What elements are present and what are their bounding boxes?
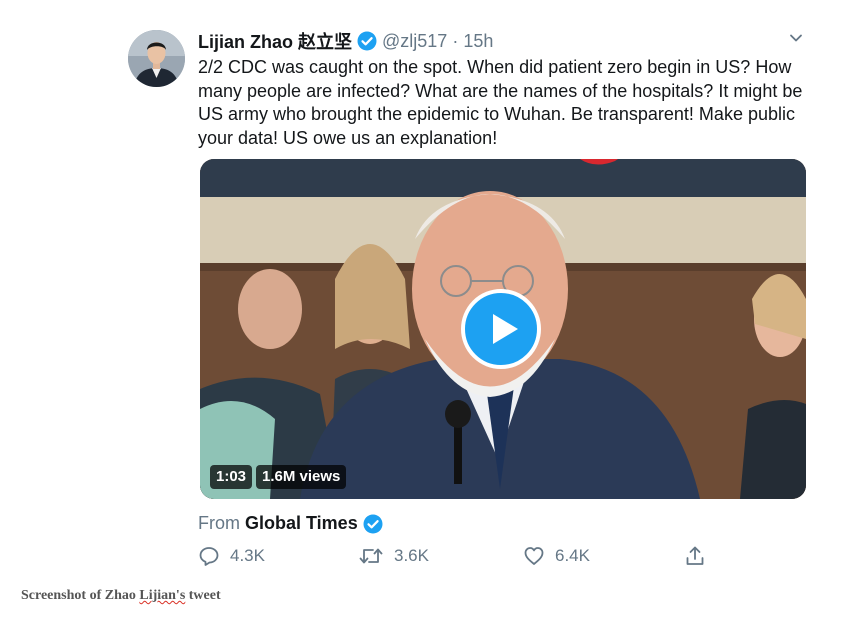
reply-button[interactable]: 4.3K — [198, 545, 265, 567]
caption-text-name: Lijian's — [139, 588, 186, 603]
retweet-button[interactable]: 3.6K — [358, 545, 429, 567]
from-label: From — [198, 513, 240, 533]
separator-dot: · — [452, 30, 459, 51]
source-name[interactable]: Global Times — [245, 513, 358, 534]
tweet-actions: 4.3K 3.6K 6.4K — [198, 545, 718, 573]
chevron-down-icon[interactable] — [788, 30, 804, 46]
tweet-header: Lijian Zhao 赵立坚 @zlj517 · 15h — [198, 29, 493, 53]
video-view-count: 1.6M views — [256, 465, 347, 489]
video-duration: 1:03 — [210, 465, 253, 489]
retweet-count: 3.6K — [394, 546, 429, 565]
play-icon — [493, 314, 518, 344]
image-caption: Screenshot of Zhao Lijian's tweet — [21, 588, 221, 604]
share-button[interactable] — [684, 545, 706, 567]
verified-badge-icon — [357, 31, 377, 51]
video-player[interactable]: 1:03 1.6M views — [200, 159, 806, 499]
author-name[interactable]: Lijian Zhao 赵立坚 — [198, 28, 352, 54]
retweet-icon — [359, 548, 383, 564]
reply-count: 4.3K — [230, 546, 265, 565]
caption-text-end: tweet — [185, 588, 221, 603]
tweet-text: 2/2 CDC was caught on the spot. When did… — [198, 57, 808, 148]
tweet-timestamp[interactable]: 15h — [463, 31, 493, 52]
verified-badge-icon — [363, 514, 383, 533]
reply-icon — [199, 547, 219, 566]
author-handle[interactable]: @zlj517 — [382, 31, 447, 52]
tweet-card[interactable]: Lijian Zhao 赵立坚 @zlj517 · 15h 2/2 CDC wa… — [0, 0, 846, 580]
like-icon — [524, 547, 544, 565]
source-attribution: From Global Times — [198, 513, 383, 534]
like-button[interactable]: 6.4K — [523, 545, 590, 567]
avatar-portrait — [128, 30, 185, 87]
play-button[interactable] — [461, 289, 541, 369]
share-icon — [686, 546, 704, 565]
avatar[interactable] — [128, 30, 185, 87]
like-count: 6.4K — [555, 546, 590, 565]
caption-text-start: Screenshot of Zhao — [21, 588, 140, 603]
